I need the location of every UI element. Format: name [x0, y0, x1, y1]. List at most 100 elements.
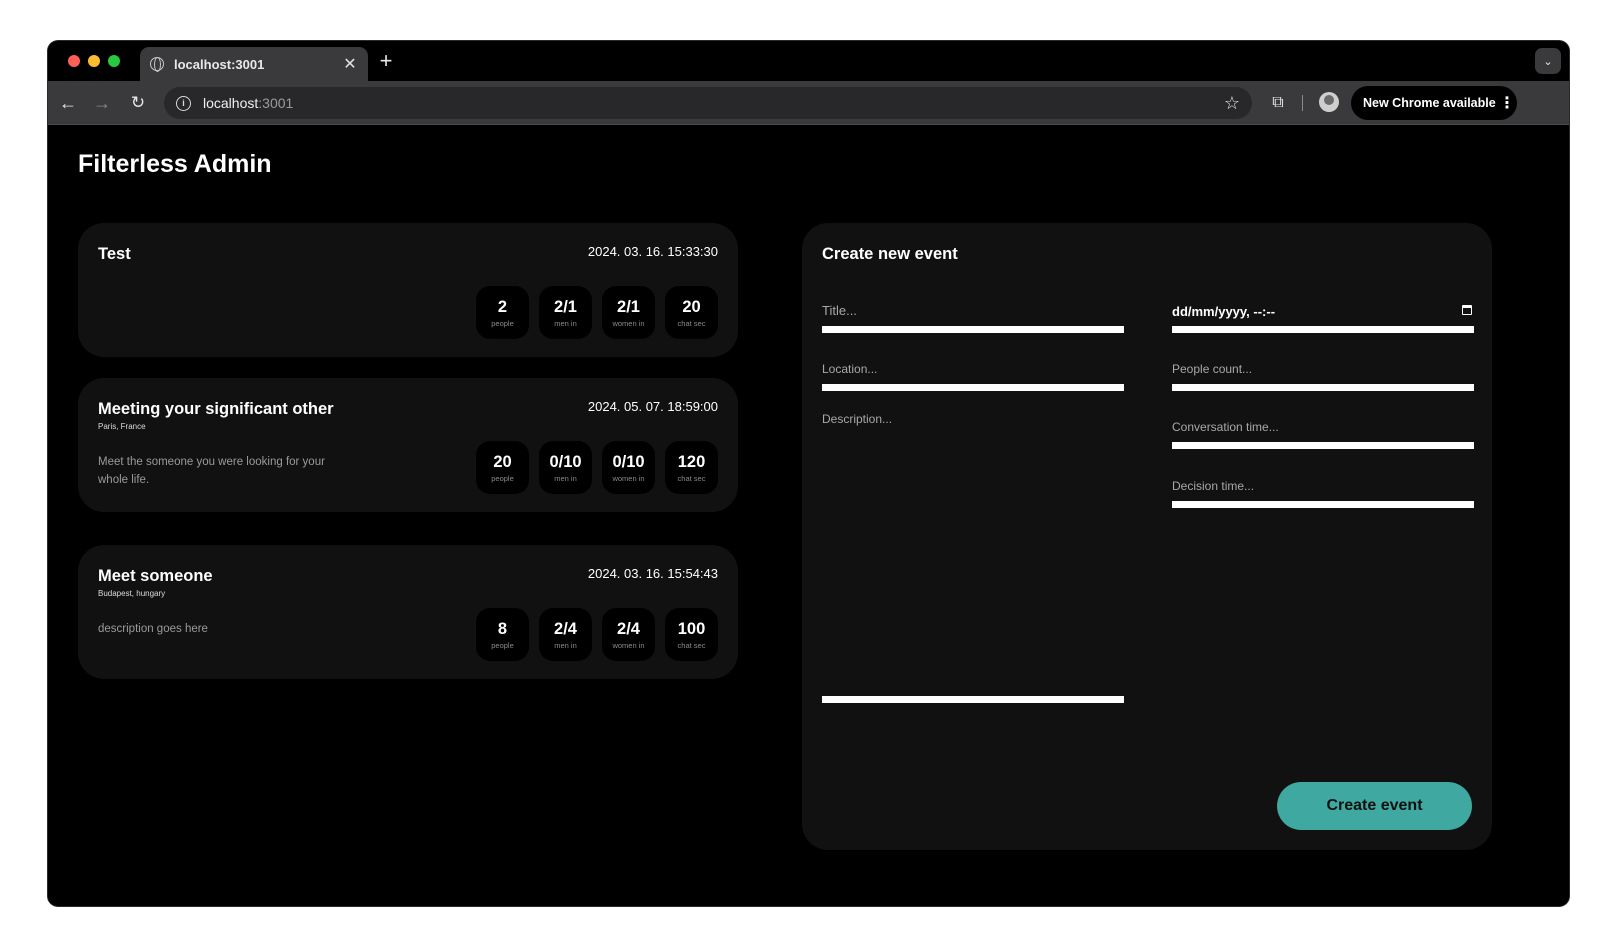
location-underline: [822, 384, 1124, 391]
update-label: New Chrome available: [1363, 96, 1496, 110]
bookmark-star-icon[interactable]: ☆: [1224, 93, 1240, 114]
page-content: Filterless Admin Test 2024. 03. 16. 15:3…: [48, 126, 1569, 906]
stat-label: men in: [554, 474, 577, 483]
event-location: Budapest, hungary: [98, 589, 166, 598]
stat-label: women in: [612, 641, 645, 650]
tab-title: localhost:3001: [174, 56, 265, 72]
reload-icon[interactable]: ↻: [126, 91, 150, 115]
browser-toolbar: ← → ↻ i localhost:3001 ☆ ⧉ New Chrome av…: [48, 81, 1569, 125]
url-text[interactable]: localhost:3001: [203, 95, 1224, 111]
title-underline: [822, 326, 1124, 333]
event-stats: 20 people 0/10 men in 0/10 women in 120 chat…: [476, 441, 718, 494]
location-field: [822, 362, 1124, 391]
stat-value: 8: [497, 620, 508, 638]
stat-label: men in: [554, 641, 577, 650]
event-card[interactable]: Test 2024. 03. 16. 15:33:30 2 people 2/1 m…: [78, 223, 738, 357]
people-count-underline: [1172, 384, 1474, 391]
event-card[interactable]: Meet someone Budapest, hungary 2024. 03.…: [78, 545, 738, 679]
stat-label: people: [491, 641, 514, 650]
address-bar[interactable]: i localhost:3001 ☆: [164, 87, 1252, 119]
event-description: description goes here: [98, 623, 208, 635]
stat-people: 20 people: [476, 441, 529, 494]
event-location: Paris, France: [98, 422, 146, 431]
stat-value: 2/4: [554, 620, 577, 638]
title-field: [822, 303, 1124, 333]
people-count-field: [1172, 362, 1474, 391]
date-underline: [1172, 326, 1474, 333]
date-input[interactable]: dd/mm/yyyy, --:--: [1172, 304, 1275, 319]
description-underline: [822, 696, 1124, 703]
stat-chat-sec: 20 chat sec: [665, 286, 718, 339]
back-arrow-icon[interactable]: ←: [56, 91, 80, 115]
event-date: 2024. 03. 16. 15:54:43: [587, 566, 718, 581]
stat-value: 120: [677, 453, 706, 471]
globe-icon: [150, 57, 164, 72]
forward-arrow-icon[interactable]: →: [90, 91, 114, 115]
description-textarea[interactable]: [822, 412, 1124, 692]
url-port: :3001: [258, 95, 294, 111]
stat-label: women in: [612, 474, 645, 483]
stat-women-in: 2/1 women in: [602, 286, 655, 339]
stat-people: 2 people: [476, 286, 529, 339]
stat-label: people: [491, 319, 514, 328]
event-stats: 8 people 2/4 men in 2/4 women in 100 chat se…: [476, 608, 718, 661]
page-title: Filterless Admin: [78, 150, 272, 178]
location-input[interactable]: [822, 362, 1124, 376]
new-tab-icon[interactable]: +: [374, 49, 398, 73]
minimize-window-button[interactable]: [88, 55, 100, 67]
profile-avatar[interactable]: [1319, 92, 1339, 112]
stat-value: 100: [677, 620, 706, 638]
people-count-input[interactable]: [1172, 362, 1474, 376]
create-event-panel: Create new event dd/mm/yyyy, --:--: [802, 223, 1492, 850]
stat-label: people: [491, 474, 514, 483]
stat-chat-sec: 100 chat sec: [665, 608, 718, 661]
stat-value: 20: [682, 298, 701, 316]
create-event-heading: Create new event: [822, 245, 958, 263]
tab-search-icon[interactable]: ⌄: [1535, 48, 1561, 74]
stat-people: 8 people: [476, 608, 529, 661]
stat-men-in: 2/4 men in: [539, 608, 592, 661]
event-name: Meeting your significant other: [98, 400, 334, 418]
extensions-icon[interactable]: ⧉: [1266, 91, 1290, 115]
maximize-window-button[interactable]: [108, 55, 120, 67]
decision-time-input[interactable]: [1172, 479, 1474, 493]
event-date: 2024. 03. 16. 15:33:30: [587, 244, 718, 259]
close-tab-icon[interactable]: ✕: [342, 54, 358, 74]
stat-label: chat sec: [677, 319, 706, 328]
decision-time-underline: [1172, 501, 1474, 508]
event-name: Test: [98, 245, 131, 263]
new-chrome-available-button[interactable]: New Chrome available ⋮: [1351, 86, 1517, 120]
event-description: Meet the someone you were looking for yo…: [98, 456, 325, 486]
conversation-time-field: [1172, 420, 1474, 449]
close-window-button[interactable]: [68, 55, 80, 67]
kebab-menu-icon[interactable]: ⋮: [1497, 93, 1517, 113]
stat-value: 0/10: [549, 453, 582, 471]
stat-women-in: 2/4 women in: [602, 608, 655, 661]
tab-strip: localhost:3001 ✕ + ⌄: [48, 41, 1569, 81]
stat-label: men in: [554, 319, 577, 328]
event-card[interactable]: Meeting your significant other Paris, Fr…: [78, 378, 738, 512]
url-host: localhost: [203, 95, 259, 111]
create-event-button[interactable]: Create event: [1277, 782, 1472, 830]
stat-label: chat sec: [677, 641, 706, 650]
stat-men-in: 2/1 men in: [539, 286, 592, 339]
browser-tab[interactable]: localhost:3001 ✕: [140, 47, 368, 81]
conversation-time-underline: [1172, 442, 1474, 449]
stat-value: 20: [493, 453, 512, 471]
site-info-icon[interactable]: i: [176, 95, 191, 111]
browser-window: localhost:3001 ✕ + ⌄ ← → ↻ i localhost:3…: [48, 41, 1569, 906]
event-stats: 2 people 2/1 men in 2/1 women in 20 chat sec: [476, 286, 718, 339]
event-date: 2024. 05. 07. 18:59:00: [587, 399, 718, 414]
calendar-icon[interactable]: [1462, 305, 1472, 315]
date-field[interactable]: dd/mm/yyyy, --:--: [1172, 303, 1474, 333]
stat-label: women in: [612, 319, 645, 328]
conversation-time-input[interactable]: [1172, 420, 1474, 434]
stat-label: chat sec: [677, 474, 706, 483]
stat-men-in: 0/10 men in: [539, 441, 592, 494]
description-field: [822, 412, 1124, 703]
stat-women-in: 0/10 women in: [602, 441, 655, 494]
event-name: Meet someone: [98, 567, 213, 585]
stat-value: 2/4: [617, 620, 640, 638]
title-input[interactable]: [822, 303, 1124, 318]
toolbar-divider: [1302, 95, 1303, 111]
